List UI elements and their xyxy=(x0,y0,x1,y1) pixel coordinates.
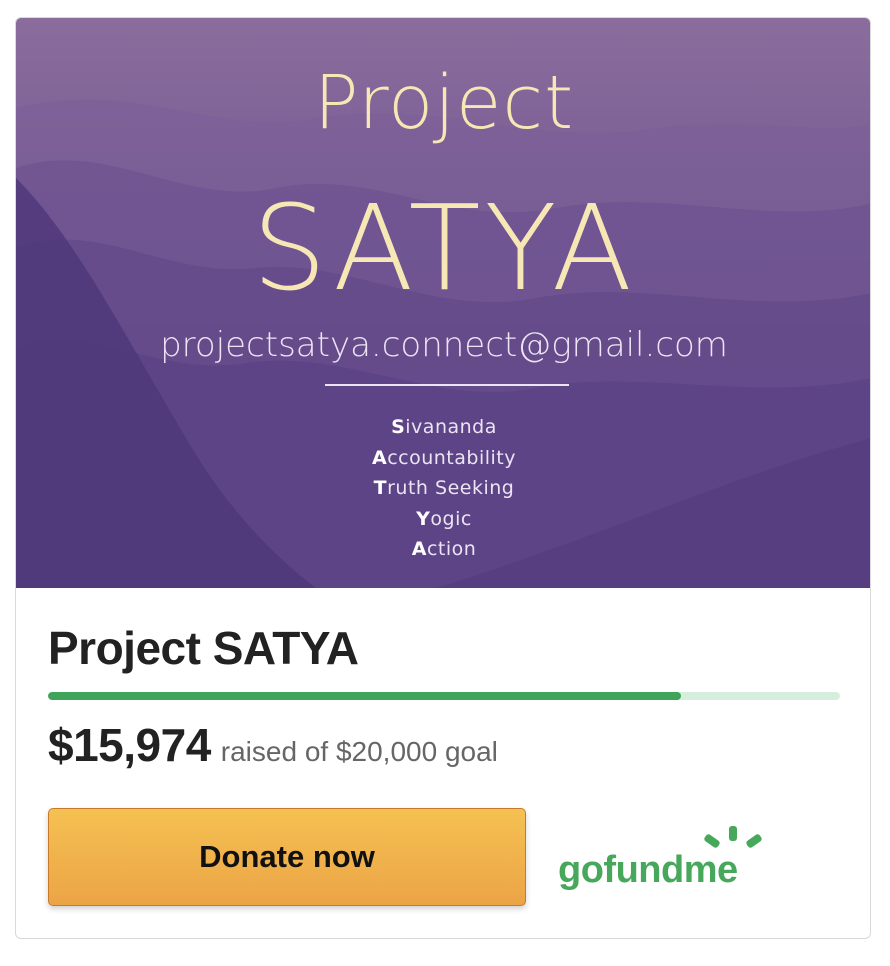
image-acronym-list: Sivananda Accountability Truth Seeking Y… xyxy=(16,412,870,565)
amount-raised: $15,974 xyxy=(48,719,211,771)
progress-bar xyxy=(48,692,840,700)
gofundme-sun-icon xyxy=(704,826,762,848)
acronym-line-a: Accountability xyxy=(371,446,516,469)
campaign-card[interactable]: Project SATYA projectsatya.connect@gmail… xyxy=(15,17,871,939)
campaign-title[interactable]: Project SATYA xyxy=(48,618,359,678)
progress-fill xyxy=(48,692,681,700)
donate-button[interactable]: Donate now xyxy=(48,808,526,906)
image-title-satya: SATYA xyxy=(251,179,637,317)
acronym-line-t: Truth Seeking xyxy=(373,477,515,499)
acronym-line-y: Yogic xyxy=(416,507,472,530)
acronym-line-a2: Action xyxy=(411,538,477,560)
acronym-line-s: Sivananda xyxy=(391,416,497,438)
image-divider xyxy=(325,384,569,386)
gofundme-logo[interactable]: gofundme xyxy=(558,824,778,894)
goal-text: raised of $20,000 goal xyxy=(220,736,498,767)
image-title-project: Project xyxy=(313,60,575,146)
image-email: projectsatya.connect@gmail.com xyxy=(160,325,728,365)
funding-summary: $15,974 raised of $20,000 goal xyxy=(48,718,498,774)
campaign-image[interactable]: Project SATYA projectsatya.connect@gmail… xyxy=(16,18,870,588)
gofundme-wordmark: gofundme xyxy=(558,849,738,891)
